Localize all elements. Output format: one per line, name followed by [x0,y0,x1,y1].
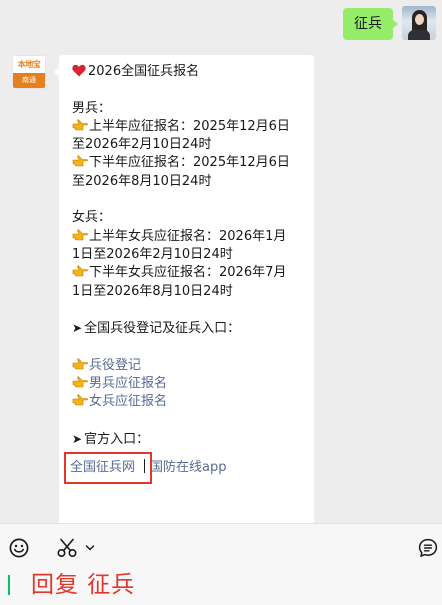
pointing-hand-icon [72,155,88,167]
bot-logo-text: 本地宝 [13,56,45,73]
male-second-half-text: 下半年应征报名：2025年12月6日 [89,155,290,171]
male-heading: 男兵： [72,100,112,116]
arrow-icon: ➤ [72,431,83,446]
female-second-half-text: 下半年女兵应征报名：2026年7月 [89,265,287,281]
female-second-half-line: 下半年女兵应征报名：2026年7月 [72,264,306,282]
official-links-row: 全国征兵网 国防在线app [64,452,306,485]
official-heading-line: ➤ 官方入口： [72,430,306,449]
pointing-hand-icon [72,376,88,388]
entry-link-row: 男兵应征报名 [72,375,306,393]
user-avatar[interactable] [402,6,436,40]
female-first-half-date: 1日至2026年2月10日24时 [72,246,233,262]
heart-icon [72,64,86,77]
bot-avatar[interactable]: 本地宝 南通 [12,55,46,89]
military-registration-link[interactable]: 兵役登记 [89,358,141,373]
link-separator [144,459,146,474]
male-first-half-date: 至2026年2月10日24时 [72,137,212,153]
incoming-message-bubble: 2026全国征兵报名 男兵： 上半年应征报名：2025年12月6日 至2026年… [54,55,314,523]
female-heading: 女兵： [72,210,112,226]
message-title-line: 2026全国征兵报名 [72,63,306,81]
highlighted-link-wrapper: 全国征兵网 [64,452,152,485]
pointing-hand-icon [72,229,88,240]
message-title: 2026全国征兵报名 [88,64,200,79]
defense-online-app-link[interactable]: 国防在线app [150,460,226,475]
female-second-half-date: 1日至2026年8月10日24时 [72,283,233,299]
pointing-hand-icon [72,394,88,406]
message-input-text: 回复 征兵 [31,572,136,598]
entry-heading: 全国兵役登记及征兵入口： [84,321,241,337]
pointing-hand-icon [72,119,88,131]
text-caret [8,575,10,595]
input-toolbar [0,523,442,573]
male-first-half-text: 上半年应征报名：2025年12月6日 [89,118,290,134]
female-first-half-text: 上半年女兵应征报名：2026年1月 [89,228,287,244]
chat-history-icon[interactable] [418,538,438,558]
official-heading: 官方入口： [84,431,150,447]
national-recruitment-link[interactable]: 全国征兵网 [70,460,135,475]
pointing-hand-icon [72,265,88,277]
entry-link-row: 女兵应征报名 [72,393,306,411]
male-first-half-line: 上半年应征报名：2025年12月6日 [72,118,306,136]
male-second-half-date: 至2026年8月10日24时 [72,173,212,189]
pointing-hand-icon [72,358,88,370]
female-first-half-line: 上半年女兵应征报名：2026年1月 [72,228,306,246]
chevron-down-icon[interactable] [85,544,95,552]
chat-area: 征兵 本地宝 南通 2026全国征兵报名 男兵： 上半年应征报名：2025年12… [0,0,442,523]
bot-logo-city: 南通 [13,73,45,88]
male-enlistment-link[interactable]: 男兵应征报名 [89,376,167,391]
smiley-icon[interactable] [9,538,29,558]
arrow-icon: ➤ [72,321,83,336]
female-enlistment-link[interactable]: 女兵应征报名 [89,394,167,409]
outgoing-message-row: 征兵 [343,6,436,40]
scissors-icon[interactable] [56,537,78,559]
male-second-half-line: 下半年应征报名：2025年12月6日 [72,154,306,172]
entry-link-row: 兵役登记 [72,357,306,375]
message-input[interactable]: 回复 征兵 [0,572,442,605]
entry-heading-line: ➤ 全国兵役登记及征兵入口： [72,319,306,338]
outgoing-message-bubble[interactable]: 征兵 [343,8,398,40]
